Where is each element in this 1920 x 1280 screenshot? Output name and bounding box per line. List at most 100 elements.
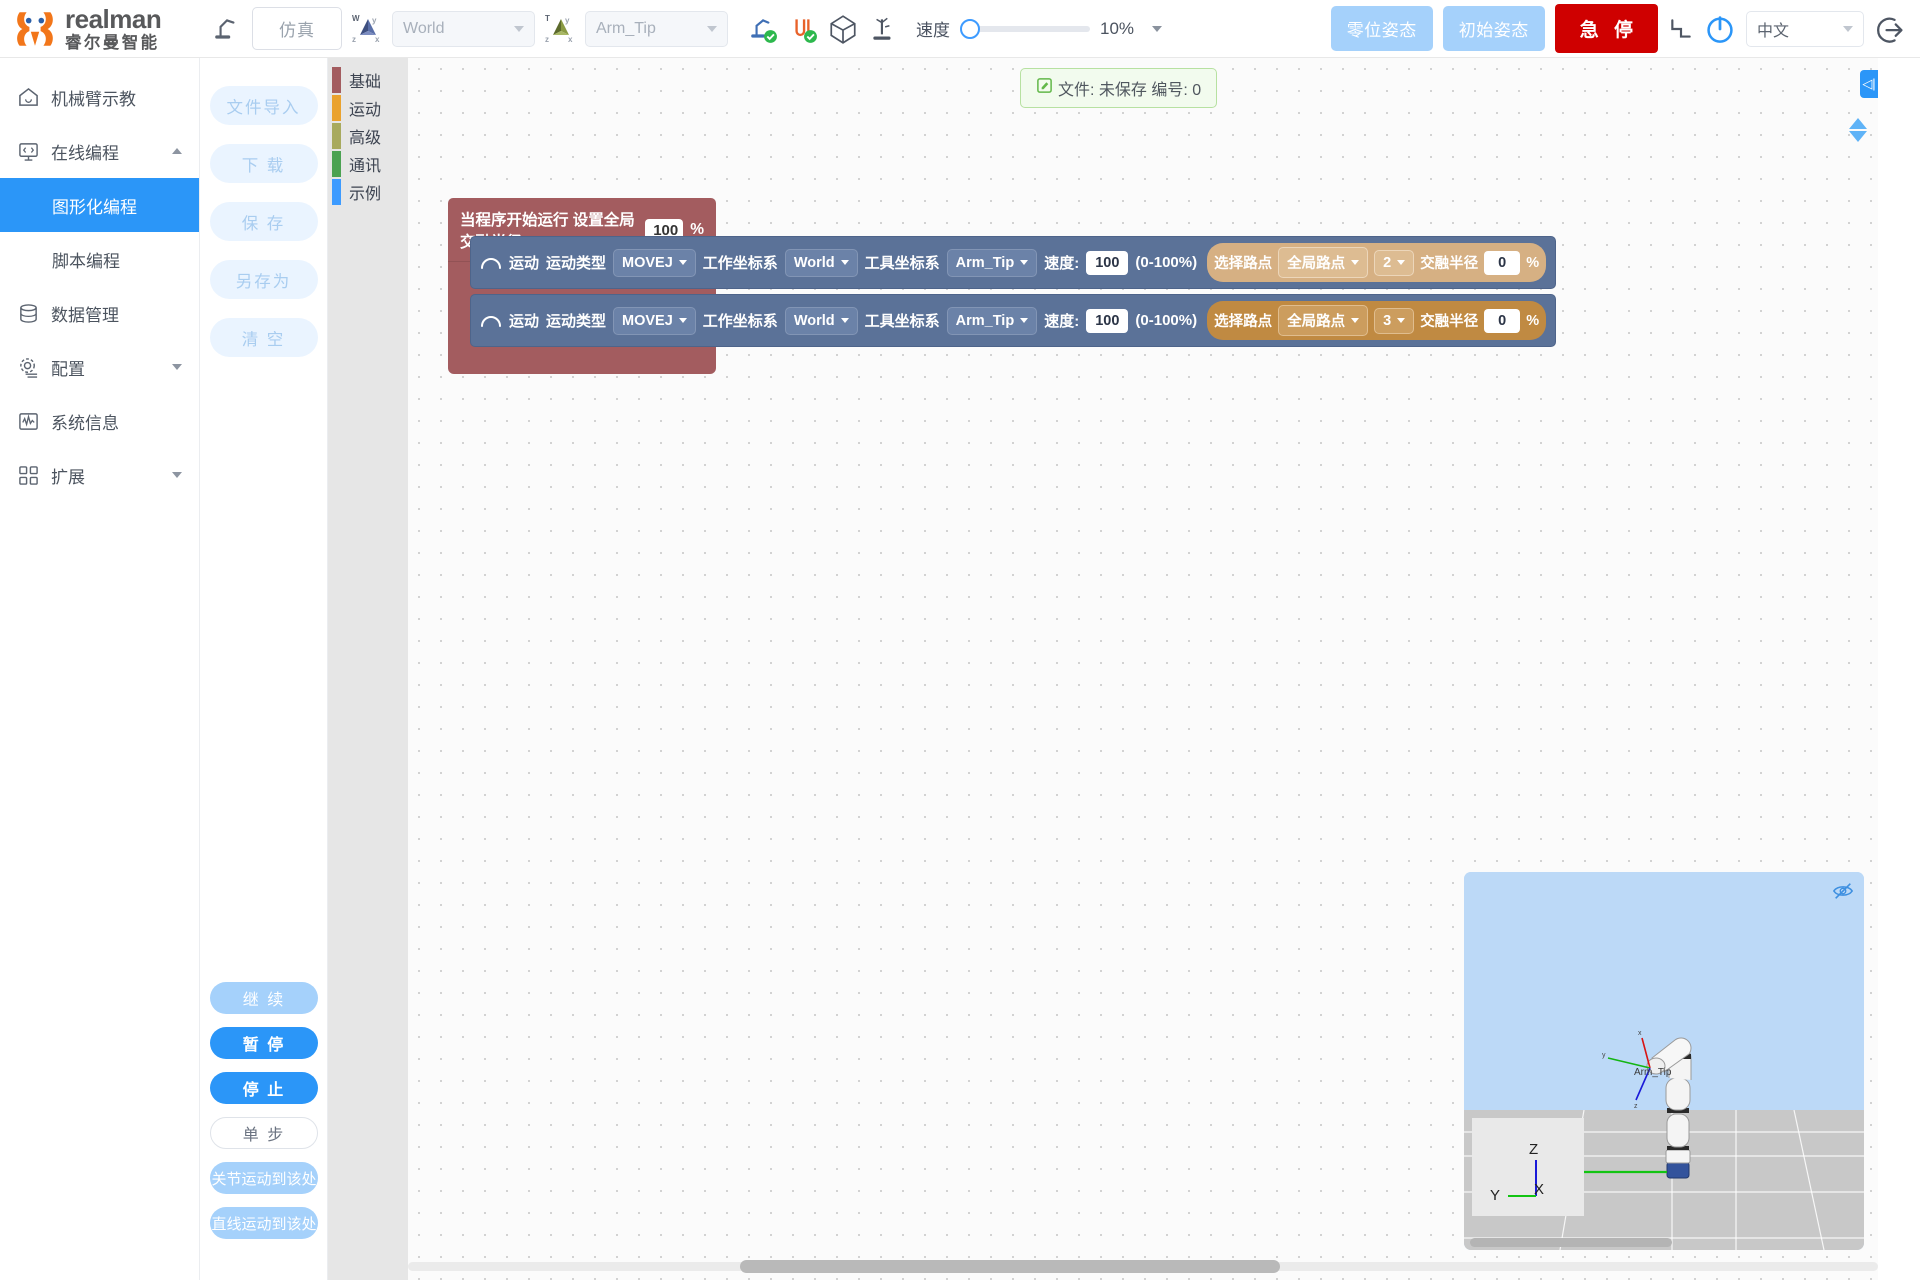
scrollbar-thumb[interactable] (740, 1260, 1280, 1273)
sidebar-item-graphical-programming[interactable]: 图形化编程 (0, 178, 199, 232)
select-waypoint-button[interactable]: 选择路点 (1214, 310, 1272, 331)
sidebar-item-teaching[interactable]: 机械臂示教 (0, 70, 199, 124)
joint-move-here-button[interactable]: 关节运动到该处 (210, 1162, 318, 1194)
work-frame-select[interactable]: World (392, 11, 535, 47)
chevron-down-icon (1397, 260, 1405, 265)
canvas-horizontal-scrollbar[interactable] (408, 1260, 1878, 1273)
speed-input[interactable]: 100 (1086, 309, 1128, 333)
category-label: 基础 (349, 68, 381, 92)
motion-type-select[interactable]: MOVEJ (613, 307, 696, 335)
download-button[interactable]: 下 载 (210, 144, 318, 183)
canvas-zoom-controls (1849, 118, 1867, 142)
zero-pose-button[interactable]: 零位姿态 (1331, 6, 1433, 51)
waypoint-source-select[interactable]: 全局路点 (1278, 305, 1368, 336)
waypoint-index-select[interactable]: 2 (1374, 250, 1414, 276)
category-example[interactable]: 示例 (328, 178, 408, 206)
select-waypoint-button[interactable]: 选择路点 (1214, 252, 1272, 273)
speed-slider-track[interactable] (974, 26, 1090, 32)
chevron-up-icon[interactable] (172, 148, 182, 154)
sidebar-item-configuration[interactable]: 配置 (0, 340, 199, 394)
sidebar-item-extensions[interactable]: 扩展 (0, 448, 199, 502)
speed-label: 速度: (1044, 310, 1079, 331)
corner-bracket-icon[interactable] (1668, 16, 1694, 42)
category-advanced[interactable]: 高级 (328, 122, 408, 150)
chevron-down-icon (514, 26, 524, 32)
work-frame-value: World (794, 255, 835, 271)
blockly-canvas[interactable]: 文件: 未保存 编号: 0 ◁| 当程序开始运行 设置全局交融半径 100 % (408, 58, 1878, 1280)
arc-motion-icon (480, 314, 502, 328)
work-frame-select[interactable]: World (785, 307, 858, 335)
clear-button[interactable]: 清 空 (210, 318, 318, 357)
motion-block-row[interactable]: 运动 运动类型 MOVEJ 工作坐标系 World 工具坐标系 Arm_Tip (470, 236, 1556, 289)
blend-radius-input[interactable]: 0 (1484, 309, 1520, 333)
chevron-down-icon (1397, 318, 1405, 323)
cube-model-icon[interactable] (828, 13, 858, 45)
category-basic[interactable]: 基础 (328, 66, 408, 94)
viewport-scrollbar[interactable] (1464, 1236, 1864, 1250)
svg-text:y: y (1602, 1052, 1606, 1059)
stop-button[interactable]: 停 止 (210, 1072, 318, 1104)
run-control-group: 继 续 暂 停 停 止 单 步 关节运动到该处 直线运动到该处 (200, 982, 328, 1252)
brand-logo: realman 睿尔曼智能 (14, 6, 202, 52)
motion-type-value: MOVEJ (622, 313, 673, 329)
waypoint-index-select[interactable]: 3 (1374, 308, 1414, 334)
tool-frame-label: 工具坐标系 (865, 310, 940, 331)
motion-block-row[interactable]: 运动 运动类型 MOVEJ 工作坐标系 World 工具坐标系 Arm_Tip (470, 294, 1556, 347)
motion-rows: 运动 运动类型 MOVEJ 工作坐标系 World 工具坐标系 Arm_Tip (470, 236, 1556, 352)
chevron-down-icon[interactable] (172, 472, 182, 478)
speed-slider[interactable] (960, 19, 1090, 39)
blend-radius-input[interactable]: 0 (1484, 251, 1520, 275)
chevron-down-icon[interactable] (172, 364, 182, 370)
speed-chevron-down-icon[interactable] (1152, 26, 1162, 32)
linear-move-here-button[interactable]: 直线运动到该处 (210, 1207, 318, 1239)
power-icon[interactable] (1704, 13, 1736, 45)
sidebar-item-system-info[interactable]: 系统信息 (0, 394, 199, 448)
speed-range-hint: (0-100%) (1135, 254, 1197, 271)
save-button[interactable]: 保 存 (210, 202, 318, 241)
waypoint-group[interactable]: 选择路点 全局路点 3 交融半径 0 % (1207, 301, 1546, 340)
file-tool-column: 文件导入 下 载 保 存 另存为 清 空 继 续 暂 停 停 止 单 步 关节运… (200, 58, 328, 1280)
pause-button[interactable]: 暂 停 (210, 1027, 318, 1059)
zoom-in-triangle-icon[interactable] (1849, 118, 1867, 129)
collapse-panel-icon[interactable]: ◁| (1860, 70, 1878, 98)
sidebar-item-data-management[interactable]: 数据管理 (0, 286, 199, 340)
waypoint-source-select[interactable]: 全局路点 (1278, 247, 1368, 278)
speed-input[interactable]: 100 (1086, 251, 1128, 275)
motion-type-label: 运动类型 (546, 310, 606, 331)
simulation-button[interactable]: 仿真 (252, 7, 342, 50)
arm-connected-icon[interactable] (748, 14, 778, 44)
save-as-button[interactable]: 另存为 (210, 260, 318, 299)
chevron-down-icon (679, 260, 687, 265)
sidebar-item-online-programming[interactable]: 在线编程 (0, 124, 199, 178)
sidebar-item-script-programming[interactable]: 脚本编程 (0, 232, 199, 286)
category-motion[interactable]: 运动 (328, 94, 408, 122)
tool-frame-select[interactable]: Arm_Tip (947, 249, 1038, 277)
program-stack[interactable]: 当程序开始运行 设置全局交融半径 100 % 运动 运动类型 MOVEJ (448, 198, 716, 374)
category-communication[interactable]: 通讯 (328, 150, 408, 178)
motion-type-select[interactable]: MOVEJ (613, 249, 696, 277)
robot-arm-teach-icon[interactable] (212, 14, 242, 44)
cable-connected-icon[interactable] (788, 14, 818, 44)
collision-icon[interactable] (868, 14, 898, 44)
import-file-button[interactable]: 文件导入 (210, 86, 318, 125)
category-label: 示例 (349, 180, 381, 204)
blend-radius-unit: % (1526, 313, 1539, 329)
simulation-viewport[interactable]: x y z Arm_Tip Z X Y (1464, 872, 1864, 1250)
zoom-out-triangle-icon[interactable] (1849, 131, 1867, 142)
init-pose-button[interactable]: 初始姿态 (1443, 6, 1545, 51)
tool-frame-select[interactable]: Arm_Tip (585, 11, 728, 47)
logout-arrow-icon[interactable] (1874, 13, 1906, 45)
speed-slider-knob[interactable] (960, 19, 980, 39)
waypoint-group[interactable]: 选择路点 全局路点 2 交融半径 0 % (1207, 243, 1546, 282)
tool-frame-select[interactable]: Arm_Tip (947, 307, 1038, 335)
continue-button[interactable]: 继 续 (210, 982, 318, 1014)
work-frame-select[interactable]: World (785, 249, 858, 277)
emergency-stop-button[interactable]: 急 停 (1555, 4, 1658, 53)
category-color-swatch (332, 123, 341, 149)
waveform-icon (17, 410, 39, 432)
language-select[interactable]: 中文 (1746, 11, 1864, 47)
database-icon (17, 302, 39, 324)
single-step-button[interactable]: 单 步 (210, 1117, 318, 1149)
sidebar-subitem-label: 图形化编程 (52, 193, 137, 218)
chevron-down-icon (1020, 260, 1028, 265)
